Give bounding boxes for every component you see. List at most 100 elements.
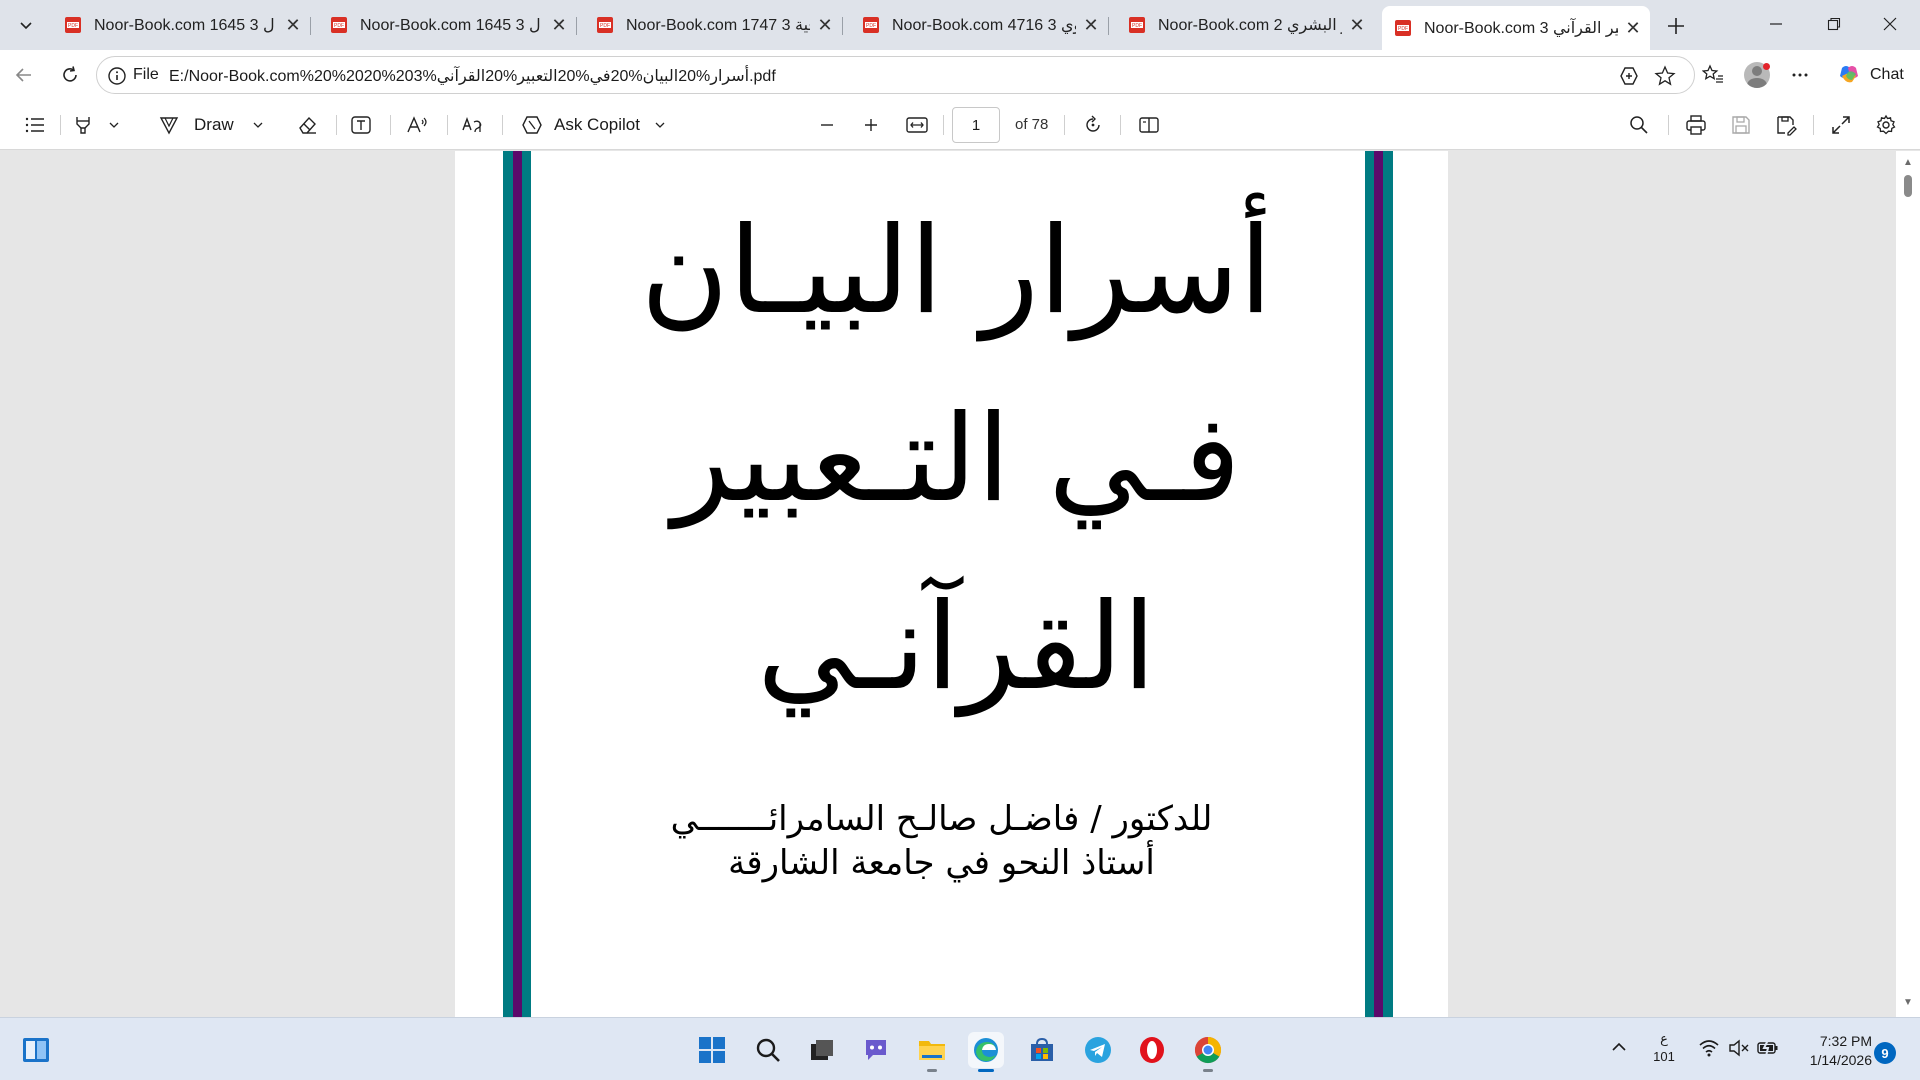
profile-button[interactable] — [1741, 59, 1773, 91]
tab-title: Noor-Book.com 3 تعبير القرآني — [1424, 20, 1618, 37]
fit-to-width-button[interactable] — [902, 110, 932, 140]
scroll-up-arrow-icon[interactable]: ▲ — [1902, 157, 1914, 169]
draw-button[interactable]: Draw — [158, 110, 270, 140]
widgets-button[interactable] — [18, 1032, 54, 1068]
page-view-button[interactable] — [1134, 110, 1164, 140]
tab-title: Noor-Book.com 4716 3 حراوي — [892, 17, 1076, 34]
refresh-icon — [63, 66, 77, 82]
page-count-label: of 78 — [1015, 116, 1049, 133]
browser-tab[interactable]: PDF Noor-Book.com 1645 3 جني ﻿ل ✕ — [52, 8, 311, 42]
scroll-down-arrow-icon[interactable]: ▼ — [1902, 997, 1914, 1009]
close-window-button[interactable] — [1866, 8, 1914, 40]
teams-chat-button[interactable] — [858, 1032, 894, 1068]
zoom-out-button[interactable] — [812, 110, 842, 140]
microsoft-store-button[interactable] — [1024, 1032, 1060, 1068]
task-view-button[interactable] — [804, 1032, 840, 1068]
page-view-icon — [1139, 117, 1159, 133]
refresh-button[interactable] — [54, 59, 86, 91]
wifi-status[interactable] — [1698, 1038, 1720, 1061]
clock-date: 1/14/2026 — [1809, 1052, 1872, 1068]
browser-tab[interactable]: PDF Noor-Book.com 1747 3 صرفية ✕ — [584, 8, 843, 42]
print-button[interactable] — [1681, 110, 1711, 140]
expand-icon — [1832, 116, 1850, 134]
address-bar-row: File E:/Noor-Book.com%20%2020%203%أسرار%… — [0, 50, 1920, 100]
toolbar-divider — [60, 115, 61, 135]
save-as-button[interactable] — [1771, 110, 1801, 140]
browser-tab[interactable]: PDF Noor-Book.com 4716 3 حراوي ✕ — [850, 8, 1109, 42]
author-line: للدكتور / فاضـل صالـح السامرائـــــــي — [670, 799, 1213, 839]
favorite-star-button[interactable] — [1653, 64, 1677, 88]
fit-width-icon — [906, 117, 928, 133]
table-of-contents-button[interactable] — [20, 110, 50, 140]
close-tab-icon[interactable]: ✕ — [1624, 18, 1642, 39]
vertical-scrollbar[interactable]: ▲ ▼ — [1896, 151, 1920, 1017]
chrome-button[interactable] — [1190, 1032, 1226, 1072]
back-button[interactable] — [8, 59, 40, 91]
favorites-button[interactable] — [1697, 59, 1729, 91]
pdf-settings-button[interactable] — [1871, 110, 1901, 140]
erase-button[interactable] — [292, 110, 322, 140]
fullscreen-button[interactable] — [1826, 110, 1856, 140]
tab-actions-menu-button[interactable] — [10, 9, 42, 41]
input-language-script: ع — [1660, 1031, 1668, 1046]
gear-icon — [1876, 114, 1896, 135]
teal-border-band — [522, 151, 531, 1017]
pdf-file-icon: PDF — [331, 17, 347, 33]
save-as-icon — [1777, 116, 1797, 136]
close-tab-icon[interactable]: ✕ — [816, 15, 834, 36]
info-icon[interactable] — [107, 66, 127, 86]
battery-status[interactable] — [1756, 1038, 1780, 1061]
favorites-list-icon — [1702, 64, 1723, 83]
highlight-button[interactable] — [72, 110, 130, 140]
search-button[interactable] — [1624, 110, 1654, 140]
translate-button[interactable] — [458, 110, 488, 140]
show-hidden-icons-button[interactable] — [1610, 1038, 1628, 1059]
chevron-down-icon — [253, 122, 263, 128]
url-text[interactable]: E:/Noor-Book.com%20%2020%203%أسرار%20الب… — [169, 66, 776, 86]
new-tab-button[interactable] — [1660, 10, 1692, 42]
ask-copilot-button[interactable]: Ask Copilot — [520, 110, 670, 140]
notification-badge[interactable]: 9 — [1874, 1042, 1896, 1064]
browser-tab[interactable]: PDF Noor-Book.com 1645 3 جني ﻿ل ✕ — [318, 8, 577, 42]
read-aloud-button[interactable] — [403, 110, 433, 140]
minus-icon — [821, 124, 833, 126]
system-clock[interactable]: 7:32 PM 1/14/2026 — [1790, 1032, 1872, 1070]
restore-button[interactable] — [1810, 8, 1858, 40]
telegram-button[interactable] — [1080, 1032, 1116, 1068]
close-tab-icon[interactable]: ✕ — [1348, 15, 1366, 36]
search-button[interactable] — [750, 1032, 786, 1068]
rotate-button[interactable] — [1078, 110, 1108, 140]
running-indicator — [1203, 1069, 1213, 1072]
book-title-line-3: القرآنـي — [757, 578, 1156, 717]
page-number-input[interactable]: 1 — [952, 107, 1000, 143]
pdf-file-icon: PDF — [597, 17, 613, 33]
scrollbar-thumb[interactable] — [1904, 175, 1912, 197]
immersive-reader-button[interactable] — [1617, 64, 1641, 88]
clock-time: 7:32 PM — [1819, 1033, 1872, 1049]
copilot-chat-button[interactable]: Chat — [1830, 57, 1910, 93]
close-tab-icon[interactable]: ✕ — [284, 15, 302, 36]
more-horizontal-icon — [1792, 73, 1808, 77]
pdf-viewport[interactable]: أسرار البيـان فـي التـعبير القرآنـي للدك… — [0, 151, 1920, 1017]
address-bar[interactable]: File E:/Noor-Book.com%20%2020%203%أسرار%… — [96, 56, 1695, 94]
settings-more-button[interactable] — [1784, 59, 1816, 91]
search-icon — [1630, 116, 1648, 134]
edge-browser-button[interactable] — [968, 1032, 1004, 1072]
book-title-line-2: فـي التـعبير — [672, 390, 1241, 529]
file-explorer-button[interactable] — [914, 1032, 950, 1072]
close-tab-icon[interactable]: ✕ — [550, 15, 568, 36]
close-tab-icon[interactable]: ✕ — [1082, 15, 1100, 36]
minimize-button[interactable] — [1752, 8, 1800, 40]
volume-status[interactable] — [1728, 1038, 1750, 1061]
teal-border-band — [503, 151, 513, 1017]
add-text-button[interactable] — [346, 110, 376, 140]
save-button[interactable] — [1726, 110, 1756, 140]
opera-button[interactable] — [1134, 1032, 1170, 1068]
zoom-in-button[interactable] — [856, 110, 886, 140]
input-language-indicator[interactable]: ع 101 — [1650, 1030, 1678, 1066]
browser-tab[interactable]: PDF Noor-Book.com 2 الفكر البشري ✕ — [1116, 8, 1374, 42]
close-icon — [1883, 17, 1897, 31]
chat-label: Chat — [1870, 66, 1904, 83]
browser-tab-active[interactable]: PDF Noor-Book.com 3 تعبير القرآني ✕ — [1382, 6, 1650, 50]
start-button[interactable] — [694, 1032, 730, 1068]
